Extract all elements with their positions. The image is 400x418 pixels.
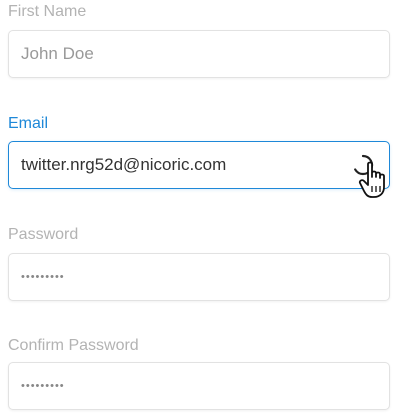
first-name-label: First Name (8, 3, 87, 20)
email-input[interactable] (8, 141, 390, 189)
confirm-password-input[interactable] (8, 362, 390, 410)
password-input[interactable] (8, 253, 390, 301)
hand-cursor-icon (358, 161, 385, 198)
password-label: Password (8, 226, 79, 243)
first-name-input[interactable] (8, 30, 390, 78)
confirm-password-label: Confirm Password (8, 337, 139, 354)
email-label: Email (8, 115, 49, 132)
